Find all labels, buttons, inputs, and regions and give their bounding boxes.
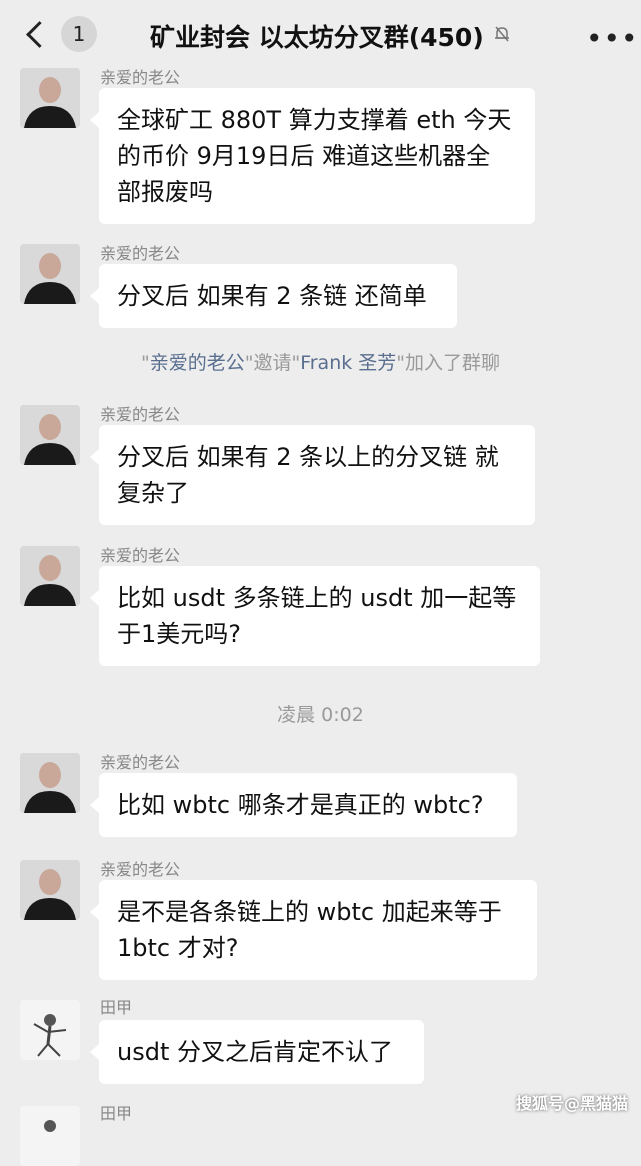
message-line: 比如 wbtc 哪条才是真正的 wbtc? <box>117 791 484 819</box>
sender-name: 亲爱的老公 <box>100 546 181 565</box>
message-bubble[interactable]: 分叉后 如果有 2 条链 还简单 <box>90 264 457 328</box>
chat-title: 矿业封会 以太坊分叉群(450) <box>150 23 484 52</box>
chat-header: 1 矿业封会 以太坊分叉群(450) ••• <box>0 0 641 68</box>
sender-name: 亲爱的老公 <box>100 68 181 87</box>
invitee-name[interactable]: Frank 圣芳 <box>300 352 396 374</box>
message-bubble[interactable]: 分叉后 如果有 2 条以上的分叉链 就 复杂了 <box>90 425 535 525</box>
sender-name: 亲爱的老公 <box>100 753 181 772</box>
message-line: 的币价 9月19日后 难道这些机器全 <box>117 142 491 170</box>
avatar[interactable] <box>20 405 80 465</box>
avatar[interactable] <box>20 1106 80 1166</box>
mute-bell-icon <box>495 26 509 42</box>
sender-name: 田甲 <box>100 998 133 1017</box>
inviter-name[interactable]: 亲爱的老公 <box>150 352 245 374</box>
message-line: 比如 usdt 多条链上的 usdt 加一起等 <box>117 584 517 612</box>
message-line: 分叉后 如果有 2 条链 还简单 <box>117 282 427 310</box>
message-line: 复杂了 <box>117 479 189 507</box>
avatar[interactable] <box>20 1000 80 1060</box>
sender-name: 亲爱的老公 <box>100 860 181 879</box>
message-line: usdt 分叉之后肯定不认了 <box>117 1038 393 1066</box>
message-line: 分叉后 如果有 2 条以上的分叉链 就 <box>117 443 499 471</box>
chevron-left-icon <box>26 20 53 48</box>
system-message: "亲爱的老公"邀请"Frank 圣芳"加入了群聊 <box>140 352 501 374</box>
avatar[interactable] <box>20 546 80 606</box>
sender-name: 亲爱的老公 <box>100 405 181 424</box>
message-bubble[interactable]: 比如 wbtc 哪条才是真正的 wbtc? <box>90 773 517 837</box>
avatar[interactable] <box>20 753 80 813</box>
avatar[interactable] <box>20 68 80 128</box>
avatar[interactable] <box>20 244 80 304</box>
back-button[interactable]: 1 <box>20 14 97 54</box>
message-line: 1btc 才对? <box>117 934 239 962</box>
message-line: 是不是各条链上的 wbtc 加起来等于 <box>117 898 502 926</box>
sender-name: 田甲 <box>100 1104 133 1123</box>
more-options-button[interactable]: ••• <box>586 22 639 55</box>
unread-badge: 1 <box>61 16 97 52</box>
message-line: 于1美元吗? <box>117 620 242 648</box>
timestamp: 凌晨 0:02 <box>277 704 364 726</box>
message-line: 全球矿工 880T 算力支撑着 eth 今天 <box>117 106 512 134</box>
message-bubble[interactable]: 是不是各条链上的 wbtc 加起来等于 1btc 才对? <box>90 880 537 980</box>
message-bubble[interactable]: usdt 分叉之后肯定不认了 <box>90 1020 424 1084</box>
message-bubble[interactable]: 全球矿工 880T 算力支撑着 eth 今天 的币价 9月19日后 难道这些机器… <box>90 88 535 224</box>
message-bubble[interactable]: 比如 usdt 多条链上的 usdt 加一起等 于1美元吗? <box>90 566 540 666</box>
avatar[interactable] <box>20 860 80 920</box>
message-line: 部报废吗 <box>117 178 213 206</box>
watermark: 搜狐号@黑猫猫 <box>516 1094 629 1113</box>
sender-name: 亲爱的老公 <box>100 244 181 263</box>
